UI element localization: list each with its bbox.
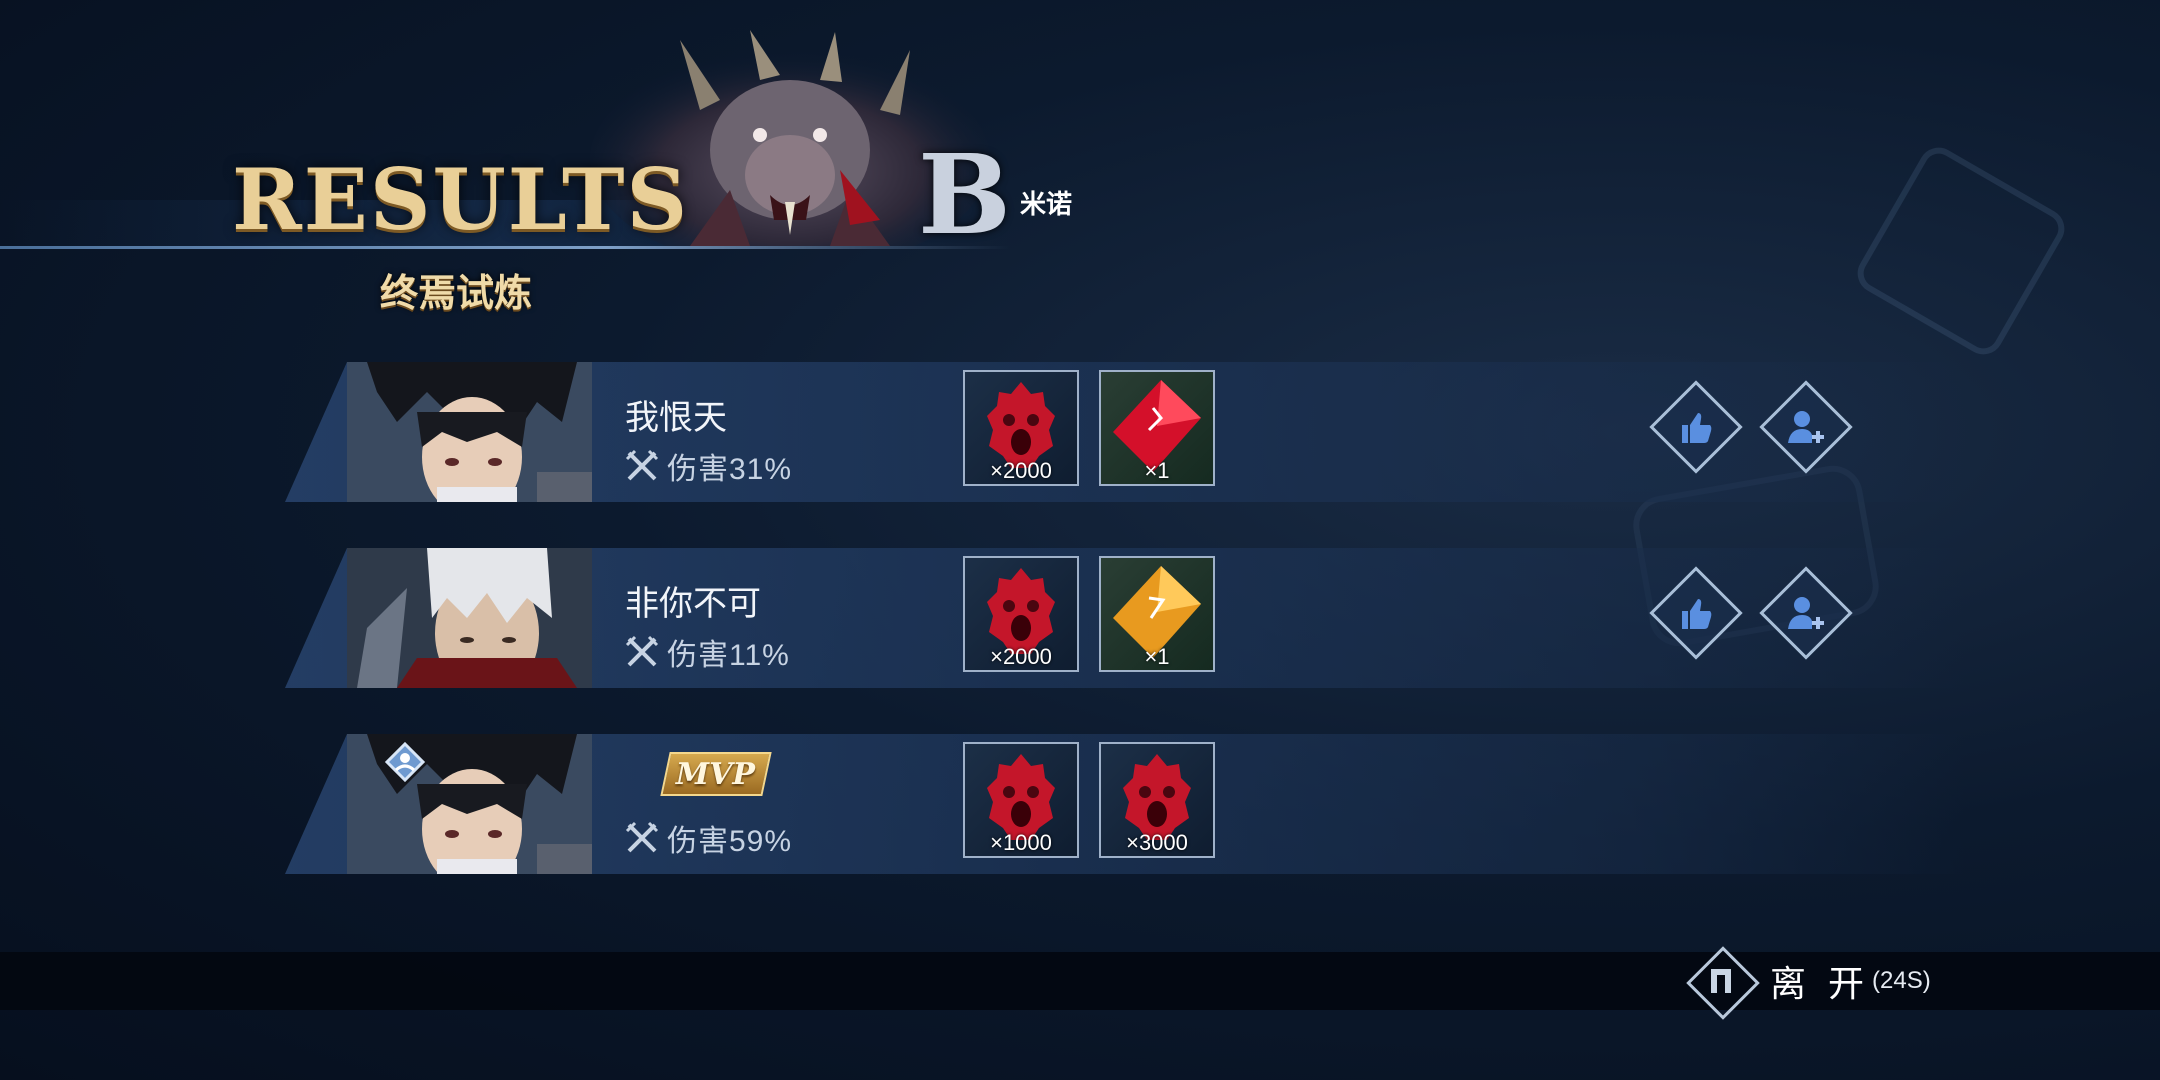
crossed-swords-icon bbox=[625, 635, 659, 667]
like-icon bbox=[1682, 599, 1712, 629]
stage-name: 终焉试炼 bbox=[380, 270, 533, 315]
player-avatar bbox=[347, 734, 592, 874]
reward-slot[interactable]: ×2000 bbox=[963, 370, 1079, 486]
background-decor bbox=[1850, 140, 2072, 362]
player-name: 非你不可 bbox=[625, 585, 761, 623]
crossed-swords-icon bbox=[625, 821, 659, 853]
like-icon bbox=[1682, 413, 1712, 443]
player-row: 非你不可 伤害11% ×2000 ×1 bbox=[285, 548, 1965, 688]
player-row: 我恨天 伤害31% ×2000 ×1 bbox=[285, 362, 1965, 502]
reward-slot[interactable]: ×1000 bbox=[963, 742, 1079, 858]
reward-quantity: ×1000 bbox=[990, 830, 1052, 855]
exit-door-icon bbox=[1711, 969, 1731, 993]
reward-slot[interactable]: ×1 bbox=[1099, 370, 1215, 486]
leave-countdown: (24S) bbox=[1872, 967, 1931, 994]
player-avatar bbox=[347, 548, 592, 688]
mvp-badge-label: MVP bbox=[676, 756, 756, 792]
reward-slot[interactable]: ×2000 bbox=[963, 556, 1079, 672]
boss-name: 米诺 bbox=[1020, 190, 1073, 220]
reward-quantity: ×1 bbox=[1144, 644, 1170, 669]
leave-icon-frame bbox=[1686, 946, 1760, 1020]
reward-quantity: ×3000 bbox=[1126, 830, 1188, 855]
player-row: MVP 伤害59% ×1000 ×3000 bbox=[285, 734, 1965, 874]
boss-grade: B bbox=[918, 130, 1011, 259]
add-friend-icon bbox=[1788, 411, 1824, 443]
damage-percent: 伤害59% bbox=[667, 825, 793, 858]
leave-button[interactable]: 离 开 (24S) bbox=[1686, 946, 2048, 1020]
reward-slot[interactable]: ×3000 bbox=[1099, 742, 1215, 858]
mvp-badge: MVP bbox=[660, 752, 772, 796]
crossed-swords-icon bbox=[625, 449, 659, 481]
reward-quantity: ×2000 bbox=[990, 458, 1052, 483]
damage-percent: 伤害31% bbox=[667, 453, 793, 486]
damage-stat: 伤害31% bbox=[625, 444, 792, 488]
leave-label: 离 开 bbox=[1770, 963, 1871, 1004]
reward-quantity: ×2000 bbox=[990, 644, 1052, 669]
damage-stat: 伤害11% bbox=[625, 630, 790, 674]
player-name: 我恨天 bbox=[625, 399, 727, 437]
player-avatar bbox=[347, 362, 592, 502]
damage-stat: 伤害59% bbox=[625, 816, 792, 860]
reward-slot[interactable]: ×1 bbox=[1099, 556, 1215, 672]
reward-quantity: ×1 bbox=[1144, 458, 1170, 483]
add-friend-icon bbox=[1788, 597, 1824, 629]
damage-percent: 伤害11% bbox=[667, 639, 790, 672]
results-title: RESULTS bbox=[232, 150, 690, 249]
